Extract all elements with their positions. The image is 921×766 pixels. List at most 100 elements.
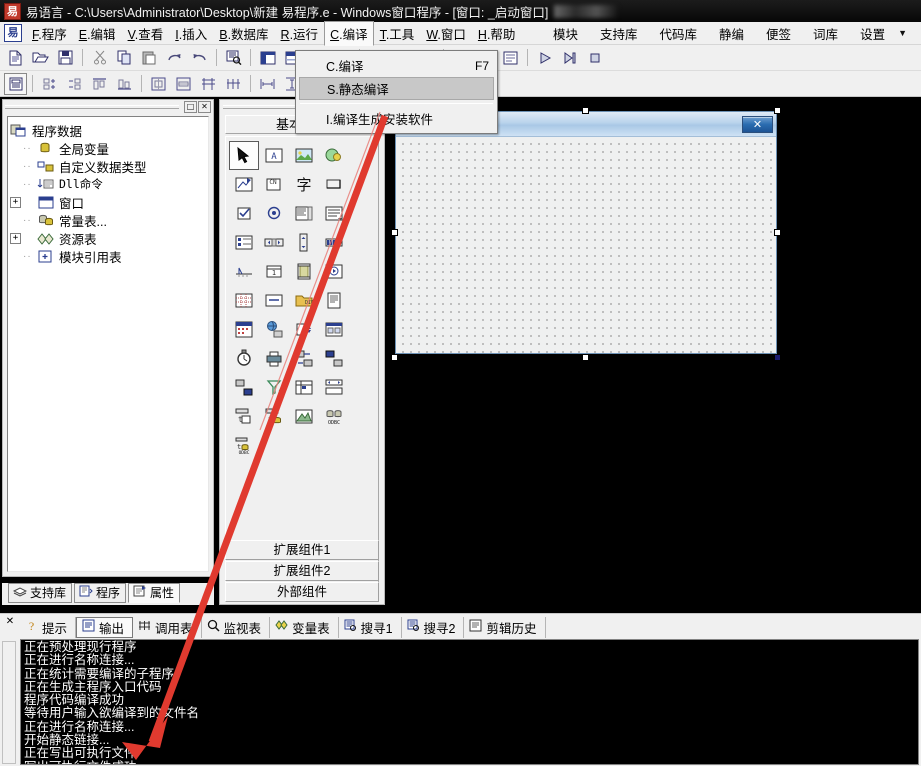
menu-e[interactable]: E.编辑 [73, 21, 122, 46]
tree-node-模块引用表[interactable]: ·· 模块引用表 [10, 247, 206, 265]
menu-i[interactable]: I.插入 [169, 21, 213, 46]
output-console[interactable]: 正在预处理现行程序 正在进行名称连接... 正在统计需要编译的子程序 正在生成主程序入… [20, 639, 919, 765]
spin-component-icon[interactable] [289, 315, 319, 344]
resize-handle-bottom-center[interactable] [582, 354, 589, 361]
form-designer-area[interactable]: ✕ [386, 99, 921, 607]
cut-icon[interactable] [88, 47, 111, 69]
resize-handle-top-center[interactable] [582, 107, 589, 114]
client-socket-icon[interactable] [289, 344, 319, 373]
odbc-table-icon[interactable]: t ODBC [229, 431, 259, 460]
bottom-tab-剪辑历史[interactable]: 剪辑历史 [464, 616, 546, 638]
compile-dropdown-menu[interactable]: C.编译 F7 S.静态编译 I.编译生成安装软件 [295, 50, 498, 134]
server-socket-icon[interactable] [319, 344, 349, 373]
table-data-icon[interactable] [289, 373, 319, 402]
chevron-down-icon[interactable]: ▼ [896, 25, 915, 41]
internet-component-icon[interactable] [259, 315, 289, 344]
button-component-icon[interactable] [319, 170, 349, 199]
form-canvas[interactable] [396, 137, 776, 353]
menu-f[interactable]: F.程序 [26, 21, 73, 46]
vertical-scrollbar-icon[interactable] [289, 228, 319, 257]
media-player-icon[interactable] [319, 257, 349, 286]
menu-t[interactable]: T.工具 [374, 21, 421, 46]
data-source-icon[interactable]: t [229, 402, 259, 431]
menu-w[interactable]: W.窗口 [420, 21, 472, 46]
left-tab-程序[interactable]: 程序 [74, 583, 127, 603]
open-folder-icon[interactable] [29, 47, 52, 69]
funnel-filter-icon[interactable] [259, 373, 289, 402]
rich-edit-icon[interactable] [319, 286, 349, 315]
compile-menu-item-0[interactable]: C.编译 F7 [296, 54, 497, 77]
palette-grid[interactable]: A CN 字 1 DIR t t ODBC t ODBC [225, 136, 379, 596]
combo-box-icon[interactable] [289, 199, 319, 228]
left-tab-支持库[interactable]: 支持库 [8, 583, 73, 603]
center-vertical-icon[interactable] [172, 73, 195, 95]
palette-button-3[interactable]: 外部组件 [225, 582, 379, 602]
directory-box-icon[interactable]: DIR [289, 286, 319, 315]
compile-menu-item-2[interactable]: I.编译生成安装软件 [296, 107, 497, 130]
list-icon[interactable] [499, 47, 522, 69]
tree-node-窗口[interactable]: + 窗口 [10, 193, 206, 211]
align-objects-left-icon[interactable] [38, 73, 61, 95]
bottom-tab-输出[interactable]: 输出 [76, 616, 134, 638]
menu-right-便签[interactable]: 便签 [755, 21, 802, 46]
resize-handle-middle-left[interactable] [391, 229, 398, 236]
center-horizontal-icon[interactable] [147, 73, 170, 95]
radio-button-icon[interactable] [259, 199, 289, 228]
window-container-icon[interactable] [319, 315, 349, 344]
align-objects-bottom-icon[interactable] [113, 73, 136, 95]
resize-handle-middle-right[interactable] [774, 229, 781, 236]
timer-component-icon[interactable] [229, 344, 259, 373]
resize-handle-bottom-right[interactable] [774, 354, 781, 361]
align-objects-top-icon[interactable] [88, 73, 111, 95]
tree-node-常量表...[interactable]: ·· 常量表... [10, 211, 206, 229]
date-picker-icon[interactable]: 1 [259, 257, 289, 286]
printer-component-icon[interactable] [259, 344, 289, 373]
palette-button-2[interactable]: 扩展组件2 [225, 561, 379, 581]
chart-component-icon[interactable] [289, 402, 319, 431]
network-transfer-icon[interactable] [229, 373, 259, 402]
drawing-box-icon[interactable] [229, 170, 259, 199]
tree-node-自定义数据类型[interactable]: ·· 自定义数据类型 [10, 157, 206, 175]
bottom-tab-提示[interactable]: ? 提示 [20, 616, 77, 638]
bottom-tab-搜寻2[interactable]: 搜寻2 [402, 616, 465, 638]
menu-right-设置[interactable]: 设置 [849, 21, 896, 46]
align-objects-right-icon[interactable] [63, 73, 86, 95]
checkbox-component-icon[interactable] [229, 199, 259, 228]
menu-right-支持库[interactable]: 支持库 [589, 21, 649, 46]
tree-expand-icon[interactable]: + [10, 232, 21, 244]
shape-component-icon[interactable] [319, 141, 349, 170]
project-tree[interactable]: 程序数据 ·· 全局变量 ·· 自定义数据类型 ·· Dll命令 + 窗口 ·· 常量表... + … [7, 116, 209, 572]
menu-right-模块[interactable]: 模块 [542, 21, 589, 46]
run-icon[interactable] [533, 47, 556, 69]
tree-node-全局变量[interactable]: ·· 全局变量 [10, 139, 206, 157]
record-navigator-icon[interactable] [319, 373, 349, 402]
save-icon[interactable] [54, 47, 77, 69]
space-horizontal-icon[interactable] [256, 73, 279, 95]
bottom-panel-close-button[interactable]: ✕ [6, 617, 14, 627]
bottom-tab-搜寻1[interactable]: 搜寻1 [339, 616, 402, 638]
edit-box-icon[interactable]: CN [259, 170, 289, 199]
odbc-component-icon[interactable]: ODBC [319, 402, 349, 431]
console-scrollbar[interactable] [2, 641, 16, 764]
panel-close-button[interactable]: ✕ [198, 101, 211, 113]
paste-icon[interactable] [138, 47, 161, 69]
find-icon[interactable] [222, 47, 245, 69]
menu-r[interactable]: R.运行 [275, 21, 325, 46]
animation-box-icon[interactable] [289, 257, 319, 286]
list-view-icon[interactable] [229, 228, 259, 257]
pointer-tool-icon[interactable] [229, 141, 259, 170]
resize-handle-top-right[interactable] [774, 107, 781, 114]
menu-h[interactable]: H.帮助 [472, 21, 522, 46]
label-component-icon[interactable]: A [259, 141, 289, 170]
close-icon[interactable]: ✕ [742, 115, 773, 133]
list-box-icon[interactable] [319, 199, 349, 228]
form-designer-icon[interactable] [4, 72, 27, 95]
menu-right-静编[interactable]: 静编 [708, 21, 755, 46]
database-link-icon[interactable]: t [259, 402, 289, 431]
menu-c[interactable]: C.编译 [324, 20, 374, 46]
track-bar-icon[interactable] [229, 257, 259, 286]
horizontal-scrollbar-icon[interactable] [259, 228, 289, 257]
progress-bar-icon[interactable] [319, 228, 349, 257]
tree-expand-icon[interactable]: + [10, 196, 21, 208]
picture-box-icon[interactable] [289, 141, 319, 170]
